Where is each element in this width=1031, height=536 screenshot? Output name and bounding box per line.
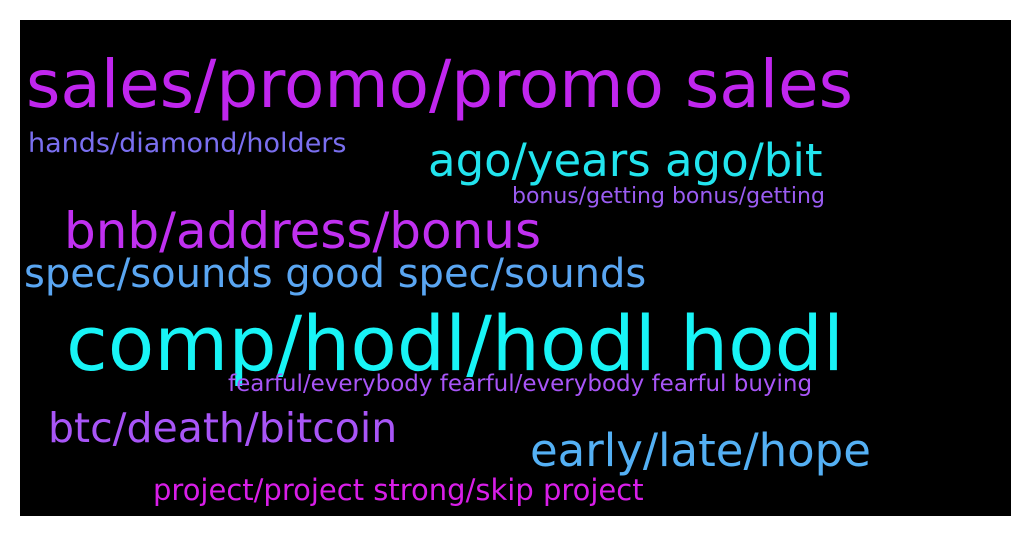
word-cloud-term: bonus/getting bonus/getting bbox=[512, 184, 825, 209]
word-cloud-term: bnb/address/bonus bbox=[64, 202, 542, 260]
word-cloud-term: spec/sounds good spec/sounds bbox=[24, 251, 647, 297]
word-cloud-term: sales/promo/promo sales bbox=[26, 46, 854, 123]
word-cloud-term: hands/diamond/holders bbox=[28, 128, 347, 159]
word-cloud-term: project/project strong/skip project bbox=[153, 473, 644, 507]
word-cloud-term: early/late/hope bbox=[530, 424, 871, 477]
word-cloud-term: ago/years ago/bit bbox=[428, 134, 823, 187]
word-cloud-term: fearful/everybody fearful/everybody fear… bbox=[228, 371, 813, 397]
word-cloud-term: btc/death/bitcoin bbox=[48, 404, 398, 452]
word-cloud-canvas: sales/promo/promo sales hands/diamond/ho… bbox=[20, 20, 1011, 516]
